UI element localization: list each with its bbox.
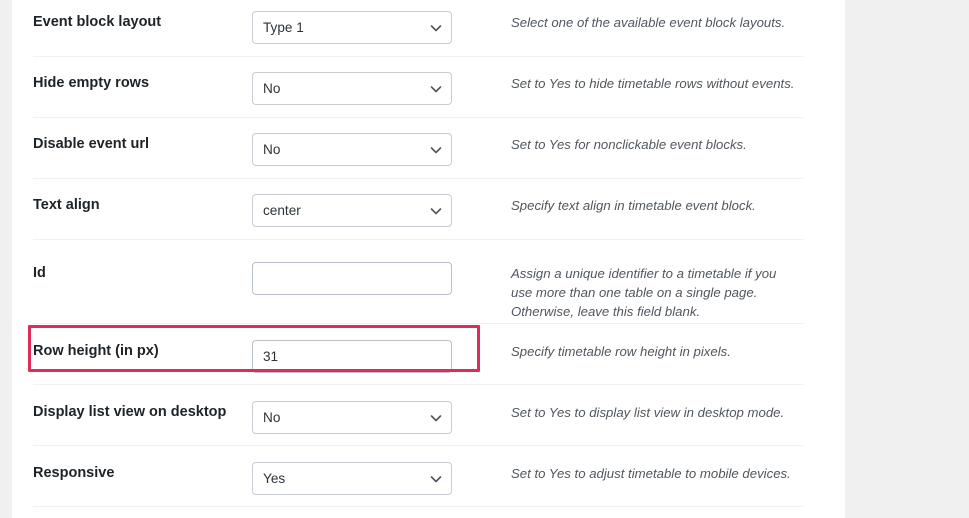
select-value-hide-empty-rows[interactable]: No — [252, 72, 452, 105]
left-gutter — [0, 0, 12, 518]
select-event-block-layout[interactable]: Type 1 — [252, 11, 452, 44]
field-description-text-align: Specify text align in timetable event bl… — [511, 198, 756, 213]
field-control-row-height — [252, 340, 492, 373]
select-disable-event-url[interactable]: No — [252, 133, 452, 166]
field-label-text-align: Text align — [33, 197, 100, 213]
field-description-hide-empty-rows: Set to Yes to hide timetable rows withou… — [511, 76, 795, 91]
form-row-display-list-view-on-desktop: Display list view on desktop No Set to Y… — [33, 385, 803, 446]
field-control-id — [252, 262, 492, 295]
select-hide-empty-rows[interactable]: No — [252, 72, 452, 105]
form-row-responsive: Responsive Yes Set to Yes to adjust time… — [33, 446, 803, 507]
select-responsive[interactable]: Yes — [252, 462, 452, 495]
form-row-text-align: Text align center Specify text align in … — [33, 179, 803, 240]
select-value-responsive[interactable]: Yes — [252, 462, 452, 495]
input-row-height[interactable] — [252, 340, 452, 373]
select-value-display-list-view-on-desktop[interactable]: No — [252, 401, 452, 434]
right-gutter — [845, 0, 969, 518]
select-display-list-view-on-desktop[interactable]: No — [252, 401, 452, 434]
select-value-disable-event-url[interactable]: No — [252, 133, 452, 166]
field-control-disable-event-url: No — [252, 133, 492, 166]
form-row-row-height: Row height (in px) Specify timetable row… — [33, 324, 803, 385]
input-id[interactable] — [252, 262, 452, 295]
field-control-responsive: Yes — [252, 462, 492, 495]
field-description-responsive: Set to Yes to adjust timetable to mobile… — [511, 466, 791, 481]
form-row-id: Id Assign a unique identifier to a timet… — [33, 240, 803, 324]
form-row-event-block-layout: Event block layout Type 1 Select one of … — [33, 0, 803, 57]
field-label-event-block-layout: Event block layout — [33, 14, 162, 30]
settings-form: Event block layout Type 1 Select one of … — [0, 0, 833, 507]
field-label-display-list-view-on-desktop: Display list view on desktop — [33, 404, 227, 420]
field-description-event-block-layout: Select one of the available event block … — [511, 15, 786, 30]
field-description-display-list-view-on-desktop: Set to Yes to display list view in deskt… — [511, 405, 785, 420]
form-row-disable-event-url: Disable event url No Set to Yes for nonc… — [33, 118, 803, 179]
field-control-display-list-view-on-desktop: No — [252, 401, 492, 434]
field-description-id: Assign a unique identifier to a timetabl… — [511, 266, 777, 320]
field-control-hide-empty-rows: No — [252, 72, 492, 105]
field-label-row-height: Row height (in px) — [33, 343, 159, 359]
field-label-responsive: Responsive — [33, 465, 115, 481]
select-text-align[interactable]: center — [252, 194, 452, 227]
select-value-event-block-layout[interactable]: Type 1 — [252, 11, 452, 44]
field-description-row-height: Specify timetable row height in pixels. — [511, 344, 731, 359]
field-control-event-block-layout: Type 1 — [252, 11, 492, 44]
field-label-disable-event-url: Disable event url — [33, 136, 150, 152]
form-row-hide-empty-rows: Hide empty rows No Set to Yes to hide ti… — [33, 57, 803, 118]
field-label-id: Id — [33, 265, 46, 281]
field-description-disable-event-url: Set to Yes for nonclickable event blocks… — [511, 137, 747, 152]
field-label-hide-empty-rows: Hide empty rows — [33, 75, 150, 91]
field-control-text-align: center — [252, 194, 492, 227]
select-value-text-align[interactable]: center — [252, 194, 452, 227]
